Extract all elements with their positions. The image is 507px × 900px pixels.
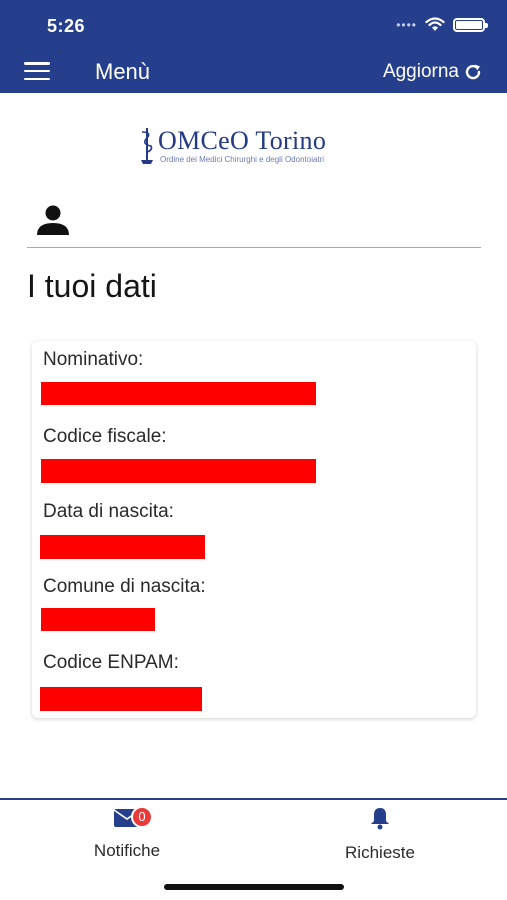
refresh-button[interactable]: Aggiorna: [383, 61, 483, 83]
refresh-label: Aggiorna: [382, 61, 459, 82]
personal-data-card: Nominativo: Codice fiscale: Data di nasc…: [32, 341, 476, 718]
refresh-icon: [465, 64, 481, 80]
wifi-icon: [425, 17, 445, 31]
redacted-value: [41, 459, 316, 483]
battery-icon: [453, 17, 488, 32]
tab-notifiche[interactable]: 0 Notifiche: [57, 806, 197, 861]
logo-title: OMCeO Torino: [158, 126, 327, 155]
signal-icon: ••••: [396, 17, 417, 32]
bell-icon: [371, 808, 389, 830]
tab-richieste[interactable]: Richieste: [310, 806, 450, 863]
field-label-nominativo: Nominativo:: [43, 349, 144, 370]
redacted-value: [40, 535, 205, 559]
home-indicator: [164, 884, 344, 890]
tab-richieste-label: Richieste: [345, 843, 415, 862]
page-title: I tuoi dati: [27, 268, 157, 304]
logo-subtitle: Ordine dei Medici Chirurghi e degli Odon…: [160, 155, 325, 164]
top-app-bar: 5:26 •••• Menù Aggiorna: [0, 0, 507, 93]
field-label-comune-nascita: Comune di nascita:: [43, 576, 206, 597]
tab-notifiche-label: Notifiche: [93, 841, 161, 860]
redacted-value: [41, 382, 316, 405]
bottom-nav-divider: [0, 798, 507, 800]
status-time: 5:26: [47, 16, 86, 36]
status-icons: ••••: [396, 17, 488, 32]
redacted-value: [40, 687, 202, 711]
user-header: [27, 200, 481, 248]
redacted-value: [41, 608, 155, 631]
nav-title: Menù: [95, 59, 151, 84]
hamburger-menu-button[interactable]: [24, 62, 50, 80]
user-icon: [37, 205, 69, 235]
omceo-logo: OMCeO Torino Ordine dei Medici Chirurghi…: [138, 124, 378, 168]
field-label-codice-enpam: Codice ENPAM:: [43, 652, 179, 673]
field-label-data-nascita: Data di nascita:: [43, 501, 174, 522]
field-label-codice-fiscale: Codice fiscale:: [43, 426, 167, 447]
notification-badge: 0: [131, 806, 153, 828]
caduceus-icon: [141, 128, 153, 164]
